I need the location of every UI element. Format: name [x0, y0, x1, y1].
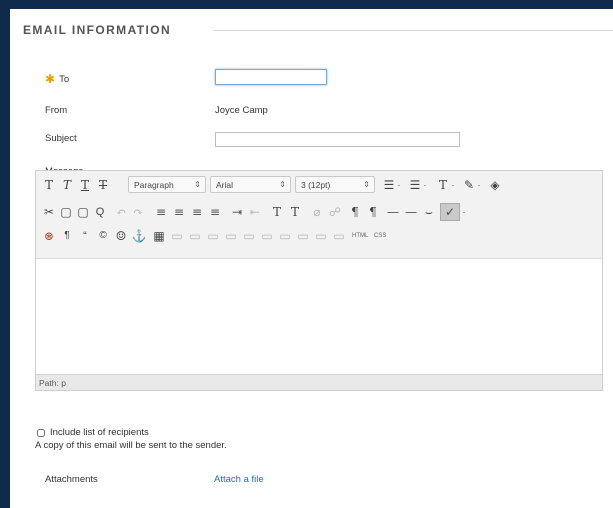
- spellcheck-icon[interactable]: ✓: [440, 203, 460, 221]
- anchor-icon[interactable]: ⚓: [130, 227, 148, 245]
- dropdown-dot-icon[interactable]: ·: [448, 176, 458, 194]
- subject-input[interactable]: [215, 132, 460, 147]
- blockquote-icon[interactable]: “: [76, 227, 94, 245]
- table-icon[interactable]: ▦: [150, 227, 168, 245]
- to-label: ✱ To: [45, 71, 70, 86]
- copy-icon[interactable]: ▢: [57, 203, 75, 221]
- size-select[interactable]: 3 (12pt) ⇕: [295, 176, 375, 193]
- copy-sent-note: A copy of this email will be sent to the…: [35, 440, 227, 451]
- section-title: EMAIL INFORMATION: [23, 23, 172, 37]
- include-recipients-checkbox[interactable]: [37, 429, 45, 437]
- select-arrow-icon: ⇕: [363, 180, 370, 189]
- unlink-icon[interactable]: ☍: [326, 203, 344, 221]
- link-icon[interactable]: ⌀: [308, 203, 326, 221]
- toolbar-row-2: ✂ ▢ ▢ Q ↶ ↷ ≡ ≡ ≡ ≡ ⇥ ⇤ T T ⌀ ☍ ¶ ¶ — — …: [40, 203, 602, 223]
- align-right-icon[interactable]: ≡: [188, 203, 206, 221]
- subject-label: Subject: [45, 133, 77, 144]
- align-left-icon[interactable]: ≡: [152, 203, 170, 221]
- section-divider: [213, 30, 613, 31]
- dropdown-dot-icon[interactable]: ·: [420, 176, 430, 194]
- table-row-props-icon[interactable]: ▭: [168, 227, 186, 245]
- underline-icon[interactable]: T: [76, 176, 94, 194]
- delete-row-icon[interactable]: ▭: [240, 227, 258, 245]
- insert-col-before-icon[interactable]: ▭: [258, 227, 276, 245]
- to-input[interactable]: [215, 69, 327, 85]
- to-label-text: To: [59, 74, 70, 85]
- ltr-icon[interactable]: ¶: [346, 203, 364, 221]
- delete-col-icon[interactable]: ▭: [294, 227, 312, 245]
- size-select-value: 3 (12pt): [301, 180, 331, 190]
- format-select-value: Paragraph: [134, 180, 174, 190]
- merge-cells-icon[interactable]: ▭: [330, 227, 348, 245]
- eraser-icon[interactable]: ◈: [486, 176, 504, 194]
- outdent-icon[interactable]: ⇤: [246, 203, 264, 221]
- subscript-icon[interactable]: T: [286, 203, 304, 221]
- editor-toolbar: T T T T Paragraph ⇕ Arial ⇕ 3 (12pt) ⇕ ☰…: [36, 171, 602, 259]
- message-editor: T T T T Paragraph ⇕ Arial ⇕ 3 (12pt) ⇕ ☰…: [35, 170, 603, 391]
- font-select[interactable]: Arial ⇕: [210, 176, 291, 193]
- cut-icon[interactable]: ✂: [40, 203, 58, 221]
- superscript-icon[interactable]: T: [268, 203, 286, 221]
- css-icon[interactable]: CSS: [374, 227, 386, 245]
- include-recipients-label: Include list of recipients: [50, 427, 149, 438]
- emoticon-icon[interactable]: ☺: [112, 227, 130, 245]
- nonbreaking-space-icon[interactable]: ⌣: [420, 203, 438, 221]
- select-arrow-icon: ⇕: [194, 180, 201, 189]
- split-cells-icon[interactable]: ▭: [312, 227, 330, 245]
- paragraph-mark-icon[interactable]: ¶: [58, 227, 76, 245]
- undo-icon[interactable]: ↶: [112, 203, 130, 221]
- attach-file-link[interactable]: Attach a file: [214, 474, 264, 485]
- from-label: From: [45, 105, 68, 116]
- attachments-label: Attachments: [45, 474, 98, 485]
- font-select-value: Arial: [216, 180, 234, 190]
- html-source-icon[interactable]: HTML: [352, 227, 368, 245]
- redo-icon[interactable]: ↷: [129, 203, 147, 221]
- italic-icon[interactable]: T: [58, 176, 76, 194]
- required-asterisk-icon: ✱: [45, 72, 56, 86]
- format-select[interactable]: Paragraph ⇕: [128, 176, 206, 193]
- path-bar: Path: p: [36, 374, 602, 390]
- align-center-icon[interactable]: ≡: [170, 203, 188, 221]
- dropdown-dot-icon[interactable]: ·: [474, 176, 484, 194]
- rtl-icon[interactable]: ¶: [364, 203, 382, 221]
- toolbar-row-3: ⊛ ¶ “ © ☺ ⚓ ▦ ▭ ▭ ▭ ▭ ▭ ▭ ▭ ▭ ▭ ▭ HTML C…: [40, 227, 602, 247]
- text-style-icon[interactable]: T: [40, 176, 58, 194]
- copyright-icon[interactable]: ©: [94, 227, 112, 245]
- insert-col-after-icon[interactable]: ▭: [276, 227, 294, 245]
- insert-row-before-icon[interactable]: ▭: [204, 227, 222, 245]
- record-icon[interactable]: ⊛: [40, 227, 58, 245]
- toolbar-row-1: T T T T Paragraph ⇕ Arial ⇕ 3 (12pt) ⇕ ☰…: [40, 176, 602, 196]
- message-body[interactable]: [36, 259, 602, 375]
- indent-icon[interactable]: ⇥: [228, 203, 246, 221]
- find-icon[interactable]: Q: [91, 203, 109, 221]
- select-arrow-icon: ⇕: [279, 180, 286, 189]
- justify-icon[interactable]: ≡: [206, 203, 224, 221]
- strikethrough-icon[interactable]: T: [94, 176, 112, 194]
- horizontal-rule-icon[interactable]: —: [384, 203, 402, 221]
- paste-icon[interactable]: ▢: [74, 203, 92, 221]
- horizontal-line-icon[interactable]: —: [402, 203, 420, 221]
- table-cell-props-icon[interactable]: ▭: [186, 227, 204, 245]
- dropdown-dot-icon[interactable]: ·: [394, 176, 404, 194]
- dropdown-dot-icon[interactable]: ·: [460, 203, 468, 221]
- from-value: Joyce Camp: [215, 105, 268, 116]
- insert-row-after-icon[interactable]: ▭: [222, 227, 240, 245]
